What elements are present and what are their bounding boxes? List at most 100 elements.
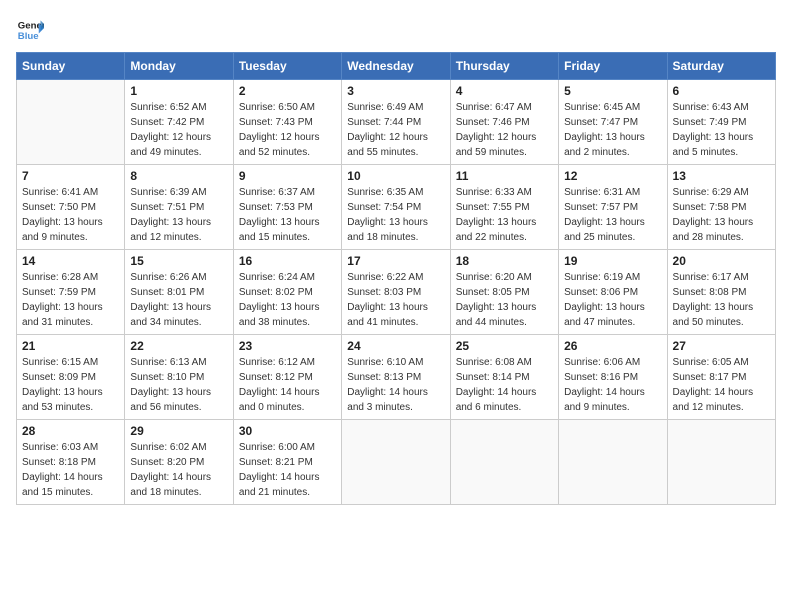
day-number: 30 [239, 424, 336, 438]
day-info: Sunrise: 6:06 AM Sunset: 8:16 PM Dayligh… [564, 355, 661, 415]
logo: General Blue [16, 16, 44, 44]
page-header: General Blue [16, 16, 776, 44]
day-number: 24 [347, 339, 444, 353]
day-info: Sunrise: 6:45 AM Sunset: 7:47 PM Dayligh… [564, 100, 661, 160]
day-number: 27 [673, 339, 770, 353]
day-info: Sunrise: 6:19 AM Sunset: 8:06 PM Dayligh… [564, 270, 661, 330]
calendar-cell: 20Sunrise: 6:17 AM Sunset: 8:08 PM Dayli… [667, 250, 775, 335]
day-number: 12 [564, 169, 661, 183]
day-number: 11 [456, 169, 553, 183]
day-info: Sunrise: 6:28 AM Sunset: 7:59 PM Dayligh… [22, 270, 119, 330]
day-number: 14 [22, 254, 119, 268]
calendar-cell [450, 420, 558, 505]
day-number: 7 [22, 169, 119, 183]
calendar-cell: 28 Sunrise: 6:03 AM Sunset: 8:18 PM Dayli… [17, 420, 125, 505]
day-info: Sunrise: 6:33 AM Sunset: 7:55 PM Dayligh… [456, 185, 553, 245]
day-info: Sunrise: 6:05 AM Sunset: 8:17 PM Dayligh… [673, 355, 770, 415]
day-info: Sunrise: 6:37 AM Sunset: 7:53 PM Dayligh… [239, 185, 336, 245]
calendar-cell: 6 Sunrise: 6:43 AM Sunset: 7:49 PM Daylig… [667, 80, 775, 165]
calendar-header-row: SundayMondayTuesdayWednesdayThursdayFrid… [17, 53, 776, 80]
day-info: Sunrise: 6:29 AM Sunset: 7:58 PM Dayligh… [673, 185, 770, 245]
day-info: Sunrise: 6:24 AM Sunset: 8:02 PM Dayligh… [239, 270, 336, 330]
calendar-cell: 2 Sunrise: 6:50 AM Sunset: 7:43 PM Daylig… [233, 80, 341, 165]
day-number: 8 [130, 169, 227, 183]
day-info: Sunrise: 6:02 AM Sunset: 8:20 PM Dayligh… [130, 440, 227, 500]
day-number: 23 [239, 339, 336, 353]
calendar-cell: 26Sunrise: 6:06 AM Sunset: 8:16 PM Dayli… [559, 335, 667, 420]
calendar-cell [17, 80, 125, 165]
day-info: Sunrise: 6:47 AM Sunset: 7:46 PM Dayligh… [456, 100, 553, 160]
day-number: 5 [564, 84, 661, 98]
day-info: Sunrise: 6:43 AM Sunset: 7:49 PM Dayligh… [673, 100, 770, 160]
day-info: Sunrise: 6:49 AM Sunset: 7:44 PM Dayligh… [347, 100, 444, 160]
day-number: 29 [130, 424, 227, 438]
calendar-cell: 27 Sunrise: 6:05 AM Sunset: 8:17 PM Dayli… [667, 335, 775, 420]
day-info: Sunrise: 6:15 AM Sunset: 8:09 PM Dayligh… [22, 355, 119, 415]
day-info: Sunrise: 6:10 AM Sunset: 8:13 PM Dayligh… [347, 355, 444, 415]
day-info: Sunrise: 6:52 AM Sunset: 7:42 PM Dayligh… [130, 100, 227, 160]
calendar-cell [667, 420, 775, 505]
calendar-cell: 19 Sunrise: 6:19 AM Sunset: 8:06 PM Dayli… [559, 250, 667, 335]
day-number: 22 [130, 339, 227, 353]
day-number: 19 [564, 254, 661, 268]
day-info: Sunrise: 6:03 AM Sunset: 8:18 PM Dayligh… [22, 440, 119, 500]
calendar-week-row: 7 Sunrise: 6:41 AM Sunset: 7:50 PM Daylig… [17, 165, 776, 250]
calendar-week-row: 28 Sunrise: 6:03 AM Sunset: 8:18 PM Dayli… [17, 420, 776, 505]
calendar-week-row: 1 Sunrise: 6:52 AM Sunset: 7:42 PM Daylig… [17, 80, 776, 165]
calendar-cell: 22 Sunrise: 6:13 AM Sunset: 8:10 PM Dayli… [125, 335, 233, 420]
calendar-cell: 9 Sunrise: 6:37 AM Sunset: 7:53 PM Daylig… [233, 165, 341, 250]
svg-text:Blue: Blue [18, 31, 39, 42]
calendar-cell: 29 Sunrise: 6:02 AM Sunset: 8:20 PM Dayli… [125, 420, 233, 505]
calendar-cell: 1 Sunrise: 6:52 AM Sunset: 7:42 PM Daylig… [125, 80, 233, 165]
day-number: 13 [673, 169, 770, 183]
day-info: Sunrise: 6:00 AM Sunset: 8:21 PM Dayligh… [239, 440, 336, 500]
day-number: 20 [673, 254, 770, 268]
calendar-cell [559, 420, 667, 505]
calendar-table: SundayMondayTuesdayWednesdayThursdayFrid… [16, 52, 776, 505]
day-info: Sunrise: 6:12 AM Sunset: 8:12 PM Dayligh… [239, 355, 336, 415]
day-info: Sunrise: 6:31 AM Sunset: 7:57 PM Dayligh… [564, 185, 661, 245]
weekday-header: Wednesday [342, 53, 450, 80]
day-number: 4 [456, 84, 553, 98]
calendar-cell [342, 420, 450, 505]
calendar-cell: 14 Sunrise: 6:28 AM Sunset: 7:59 PM Dayli… [17, 250, 125, 335]
calendar-cell: 11 Sunrise: 6:33 AM Sunset: 7:55 PM Dayli… [450, 165, 558, 250]
day-number: 15 [130, 254, 227, 268]
calendar-cell: 3 Sunrise: 6:49 AM Sunset: 7:44 PM Daylig… [342, 80, 450, 165]
weekday-header: Saturday [667, 53, 775, 80]
day-number: 18 [456, 254, 553, 268]
calendar-cell: 15 Sunrise: 6:26 AM Sunset: 8:01 PM Dayli… [125, 250, 233, 335]
day-number: 1 [130, 84, 227, 98]
day-number: 28 [22, 424, 119, 438]
calendar-week-row: 21Sunrise: 6:15 AM Sunset: 8:09 PM Dayli… [17, 335, 776, 420]
calendar-cell: 8 Sunrise: 6:39 AM Sunset: 7:51 PM Daylig… [125, 165, 233, 250]
day-info: Sunrise: 6:50 AM Sunset: 7:43 PM Dayligh… [239, 100, 336, 160]
day-info: Sunrise: 6:08 AM Sunset: 8:14 PM Dayligh… [456, 355, 553, 415]
weekday-header: Thursday [450, 53, 558, 80]
calendar-cell: 18Sunrise: 6:20 AM Sunset: 8:05 PM Dayli… [450, 250, 558, 335]
day-number: 9 [239, 169, 336, 183]
day-number: 17 [347, 254, 444, 268]
day-info: Sunrise: 6:22 AM Sunset: 8:03 PM Dayligh… [347, 270, 444, 330]
calendar-cell: 13 Sunrise: 6:29 AM Sunset: 7:58 PM Dayli… [667, 165, 775, 250]
day-info: Sunrise: 6:39 AM Sunset: 7:51 PM Dayligh… [130, 185, 227, 245]
calendar-cell: 25Sunrise: 6:08 AM Sunset: 8:14 PM Dayli… [450, 335, 558, 420]
weekday-header: Friday [559, 53, 667, 80]
day-info: Sunrise: 6:13 AM Sunset: 8:10 PM Dayligh… [130, 355, 227, 415]
weekday-header: Sunday [17, 53, 125, 80]
calendar-cell: 23 Sunrise: 6:12 AM Sunset: 8:12 PM Dayli… [233, 335, 341, 420]
day-number: 3 [347, 84, 444, 98]
day-number: 2 [239, 84, 336, 98]
day-info: Sunrise: 6:41 AM Sunset: 7:50 PM Dayligh… [22, 185, 119, 245]
calendar-cell: 16Sunrise: 6:24 AM Sunset: 8:02 PM Dayli… [233, 250, 341, 335]
day-info: Sunrise: 6:35 AM Sunset: 7:54 PM Dayligh… [347, 185, 444, 245]
calendar-cell: 24 Sunrise: 6:10 AM Sunset: 8:13 PM Dayli… [342, 335, 450, 420]
calendar-cell: 5 Sunrise: 6:45 AM Sunset: 7:47 PM Daylig… [559, 80, 667, 165]
logo-icon: General Blue [16, 16, 44, 44]
calendar-cell: 10Sunrise: 6:35 AM Sunset: 7:54 PM Dayli… [342, 165, 450, 250]
calendar-cell: 17 Sunrise: 6:22 AM Sunset: 8:03 PM Dayli… [342, 250, 450, 335]
calendar-cell: 4 Sunrise: 6:47 AM Sunset: 7:46 PM Daylig… [450, 80, 558, 165]
day-info: Sunrise: 6:26 AM Sunset: 8:01 PM Dayligh… [130, 270, 227, 330]
day-number: 6 [673, 84, 770, 98]
weekday-header: Monday [125, 53, 233, 80]
